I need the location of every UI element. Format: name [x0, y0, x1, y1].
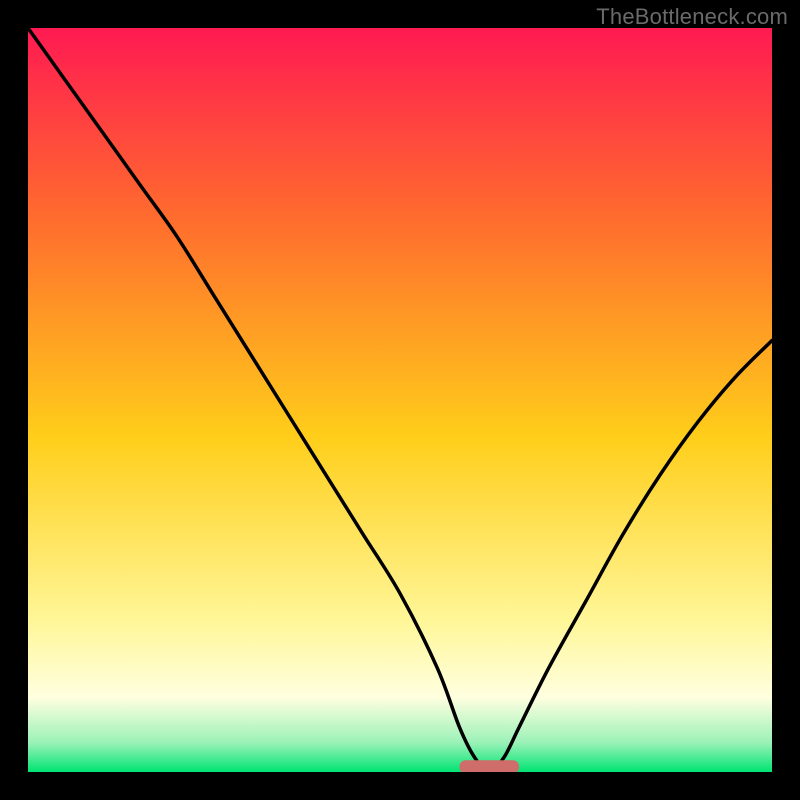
watermark-text: TheBottleneck.com	[596, 4, 788, 30]
optimum-marker	[460, 760, 520, 772]
chart-frame: TheBottleneck.com	[0, 0, 800, 800]
gradient-background	[28, 28, 772, 772]
plot-area	[28, 28, 772, 772]
chart-svg	[28, 28, 772, 772]
